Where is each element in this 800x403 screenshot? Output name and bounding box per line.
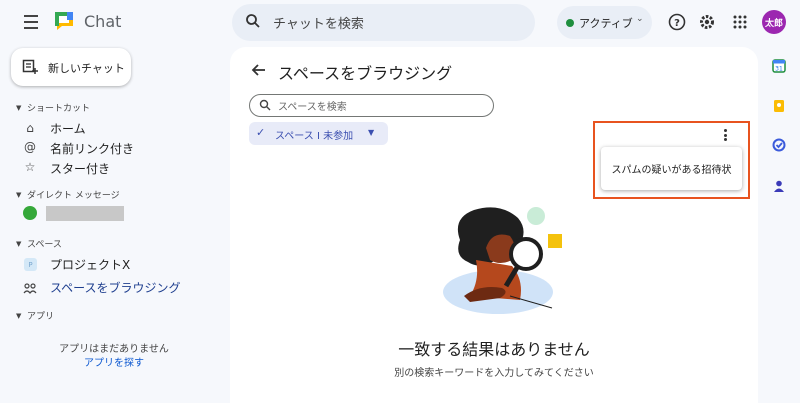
filter-chip-label: スペース I 未参加 (275, 131, 354, 142)
section-apps[interactable]: アプリ (27, 309, 54, 322)
browse-spaces-icon (23, 283, 37, 294)
back-arrow-icon[interactable] (251, 62, 267, 78)
new-chat-icon (22, 59, 38, 74)
collapse-caret-icon[interactable]: ▼ (16, 312, 21, 320)
collapse-caret-icon[interactable]: ▼ (16, 240, 21, 248)
chevron-down-icon: ⌄ (636, 14, 644, 24)
avatar[interactable]: 太郎 (762, 10, 786, 34)
check-icon: ✓ (256, 126, 266, 139)
section-direct-messages[interactable]: ダイレクト メッセージ (27, 188, 120, 201)
dm-name-redacted[interactable] (46, 206, 124, 221)
main-menu-button[interactable] (16, 10, 46, 34)
more-options-icon[interactable] (720, 127, 730, 143)
help-icon[interactable]: ? (668, 13, 686, 31)
menu-item-spam-invites[interactable]: スパムの疑いがある招待状 (601, 161, 742, 176)
dropdown-caret-icon: ▼ (368, 128, 375, 137)
app-title: Chat (84, 12, 122, 31)
sidebar-item-project-x[interactable]: プロジェクトX (50, 256, 130, 273)
empty-state-title: 一致する結果はありません (398, 340, 590, 359)
section-shortcuts[interactable]: ショートカット (27, 101, 90, 114)
gear-icon[interactable] (698, 13, 716, 31)
find-apps-link[interactable]: アプリを探す (44, 354, 184, 369)
search-icon (246, 14, 260, 28)
sidebar-item-mentions[interactable]: 名前リンク付き (50, 140, 134, 157)
dm-avatar (23, 206, 37, 220)
calendar-icon[interactable]: 31 (772, 59, 786, 73)
sidebar-item-starred[interactable]: スター付き (50, 160, 110, 177)
star-icon: ☆ (24, 160, 36, 174)
apps-empty-text: アプリはまだありません (59, 344, 169, 355)
sidebar-item-home[interactable]: ホーム (50, 120, 86, 137)
contacts-icon[interactable] (772, 179, 786, 193)
search-icon (259, 99, 271, 111)
space-icon: P (24, 258, 37, 271)
keep-icon[interactable] (772, 99, 786, 113)
space-search-placeholder: スペースを検索 (278, 102, 347, 113)
status-label: アクティブ (579, 17, 633, 30)
section-spaces[interactable]: スペース (27, 237, 62, 250)
chat-search-placeholder: チャットを検索 (273, 17, 364, 32)
svg-text:31: 31 (775, 66, 783, 73)
status-dot-icon (566, 19, 574, 27)
svg-text:?: ? (674, 18, 680, 29)
tasks-icon[interactable] (772, 138, 786, 152)
chat-logo-icon (55, 12, 73, 30)
sidebar-item-browse-spaces[interactable]: スペースをブラウジング (50, 279, 181, 296)
new-chat-label: 新しいチャット (48, 62, 125, 75)
collapse-caret-icon[interactable]: ▼ (16, 191, 21, 199)
apps-grid-icon[interactable] (733, 15, 747, 29)
no-results-illustration (443, 207, 562, 314)
collapse-caret-icon[interactable]: ▼ (16, 104, 21, 112)
at-icon: @ (24, 140, 36, 154)
empty-state-subtitle: 別の検索キーワードを入力してみてください (394, 368, 594, 379)
page-title: スペースをブラウジング (278, 64, 453, 83)
home-icon: ⌂ (26, 121, 34, 135)
